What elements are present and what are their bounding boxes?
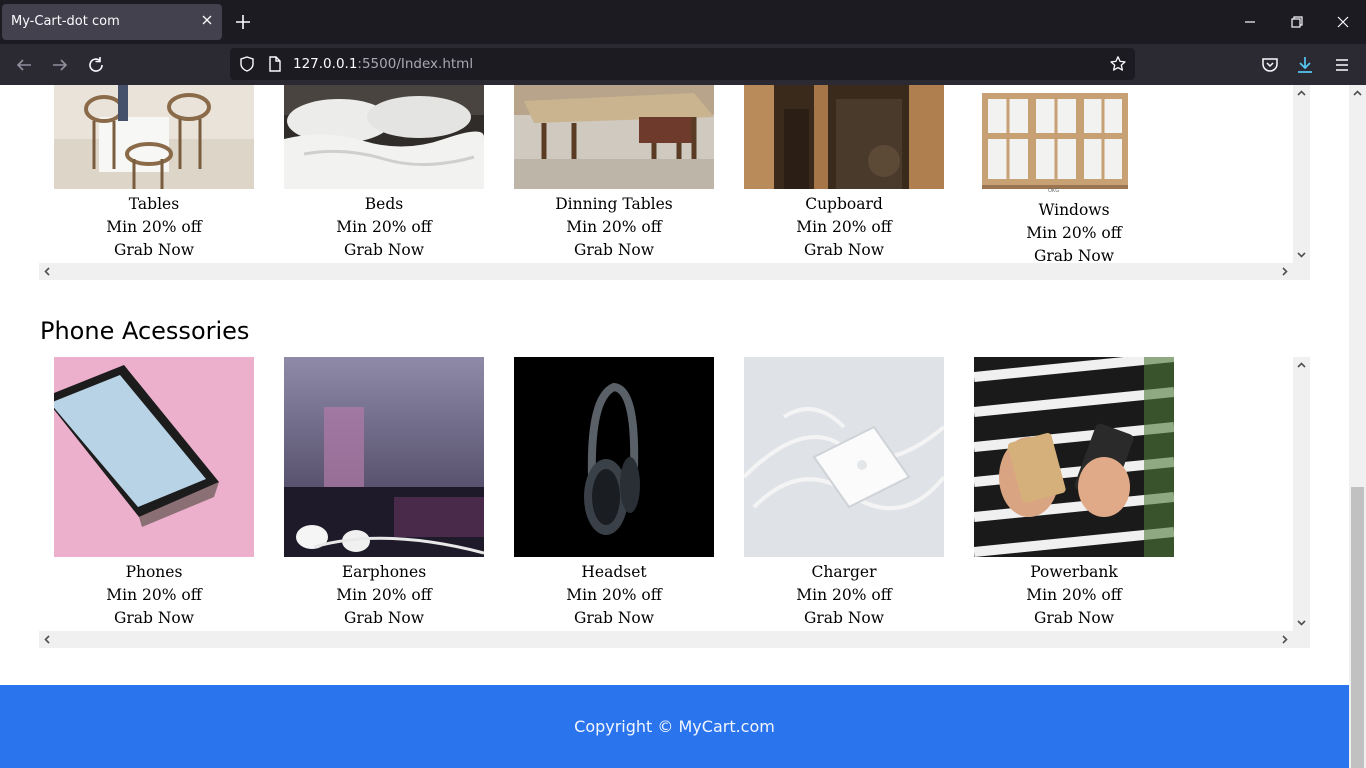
product-card-powerbank[interactable]: Powerbank Min 20% off Grab Now (974, 357, 1174, 630)
product-name: Earphones (341, 563, 427, 581)
discount-text: Min 20% off (796, 586, 892, 604)
discount-text: Min 20% off (106, 218, 202, 236)
furniture-carousel[interactable]: Tables Min 20% off Grab Now Beds Min 20%… (39, 85, 1310, 280)
scroll-up-arrow-icon[interactable] (1349, 85, 1366, 102)
section-title-phone-accessories: Phone Acessories (40, 317, 250, 345)
product-name: Tables (128, 195, 180, 213)
product-image-headset[interactable] (514, 357, 714, 557)
discount-text: Min 20% off (1026, 586, 1122, 604)
product-name: Headset (581, 563, 647, 581)
phone-accessories-horizontal-scrollbar[interactable] (39, 631, 1310, 648)
discount-text: Min 20% off (566, 218, 662, 236)
grab-now-link[interactable]: Grab Now (974, 607, 1174, 630)
product-image-powerbank[interactable] (974, 357, 1174, 557)
grab-now-link[interactable]: Grab Now (744, 607, 944, 630)
product-card-charger[interactable]: Charger Min 20% off Grab Now (744, 357, 944, 630)
active-tab[interactable]: My-Cart-dot com (2, 4, 222, 40)
page-viewport: Tables Min 20% off Grab Now Beds Min 20%… (0, 85, 1349, 768)
scroll-up-arrow-icon[interactable] (1293, 85, 1310, 102)
product-card-tables[interactable]: Tables Min 20% off Grab Now (54, 85, 254, 262)
scroll-down-arrow-icon[interactable] (1293, 246, 1310, 263)
bookmark-star-icon[interactable] (1109, 55, 1127, 73)
product-image-dinning-tables[interactable] (514, 85, 714, 189)
grab-now-link[interactable]: Grab Now (284, 607, 484, 630)
scroll-down-arrow-icon[interactable] (1293, 614, 1310, 631)
product-name: Phones (125, 563, 183, 581)
back-icon[interactable] (12, 53, 36, 77)
grab-now-link[interactable]: Grab Now (54, 607, 254, 630)
grab-now-link[interactable]: Grab Now (514, 239, 714, 262)
product-card-phones[interactable]: Phones Min 20% off Grab Now (54, 357, 254, 630)
product-name: Cupboard (805, 195, 883, 213)
product-image-windows[interactable]: OKG (974, 85, 1174, 195)
product-name: Charger (811, 563, 877, 581)
product-name: Beds (364, 195, 404, 213)
restore-icon[interactable] (1285, 10, 1309, 34)
grab-now-link[interactable]: Grab Now (744, 239, 944, 262)
scroll-left-arrow-icon[interactable] (39, 263, 56, 280)
discount-text: Min 20% off (1026, 224, 1122, 242)
minimize-icon[interactable] (1238, 10, 1262, 34)
product-card-earphones[interactable]: Earphones Min 20% off Grab Now (284, 357, 484, 630)
phone-accessories-carousel[interactable]: Phones Min 20% off Grab Now Earphones Mi… (39, 357, 1310, 648)
grab-now-link[interactable]: Grab Now (514, 607, 714, 630)
scroll-right-arrow-icon[interactable] (1276, 263, 1293, 280)
tab-title: My-Cart-dot com (11, 14, 120, 29)
product-image-cupboard[interactable] (744, 85, 944, 189)
menu-icon[interactable] (1330, 53, 1354, 77)
discount-text: Min 20% off (796, 218, 892, 236)
scroll-up-arrow-icon[interactable] (1293, 357, 1310, 374)
forward-icon[interactable] (48, 53, 72, 77)
product-name: Dinning Tables (555, 195, 673, 213)
product-name: Windows (1038, 201, 1110, 219)
product-image-earphones[interactable] (284, 357, 484, 557)
tab-strip: My-Cart-dot com (0, 0, 1366, 44)
discount-text: Min 20% off (106, 586, 202, 604)
pocket-icon[interactable] (1258, 53, 1282, 77)
product-card-dinning-tables[interactable]: Dinning Tables Min 20% off Grab Now (514, 85, 714, 262)
reload-icon[interactable] (84, 53, 108, 77)
scroll-right-arrow-icon[interactable] (1276, 631, 1293, 648)
product-card-windows[interactable]: OKG Windows Min 20% off Grab Now (974, 85, 1174, 268)
discount-text: Min 20% off (336, 218, 432, 236)
image-caption: OKG (1048, 188, 1060, 194)
close-tab-icon[interactable] (200, 13, 214, 27)
product-card-cupboard[interactable]: Cupboard Min 20% off Grab Now (744, 85, 944, 262)
product-image-tables[interactable] (54, 85, 254, 189)
discount-text: Min 20% off (566, 586, 662, 604)
url-text[interactable]: 127.0.0.1:5500/Index.html (293, 56, 473, 72)
page-scroll-thumb[interactable] (1351, 487, 1364, 768)
grab-now-link[interactable]: Grab Now (284, 239, 484, 262)
product-card-beds[interactable]: Beds Min 20% off Grab Now (284, 85, 484, 262)
copyright-text: Copyright © MyCart.com (574, 717, 775, 736)
discount-text: Min 20% off (336, 586, 432, 604)
shield-icon[interactable] (238, 55, 256, 73)
furniture-horizontal-scrollbar[interactable] (39, 263, 1310, 280)
page-icon[interactable] (267, 55, 283, 73)
furniture-vertical-scrollbar[interactable] (1293, 85, 1310, 263)
product-image-beds[interactable] (284, 85, 484, 189)
scroll-left-arrow-icon[interactable] (39, 631, 56, 648)
page-vertical-scrollbar[interactable] (1349, 85, 1366, 768)
product-image-phones[interactable] (54, 357, 254, 557)
product-card-headset[interactable]: Headset Min 20% off Grab Now (514, 357, 714, 630)
address-bar[interactable]: 127.0.0.1:5500/Index.html (230, 48, 1135, 80)
site-footer: Copyright © MyCart.com (0, 685, 1349, 768)
navigation-toolbar: 127.0.0.1:5500/Index.html (0, 44, 1366, 85)
new-tab-icon[interactable] (232, 11, 254, 33)
product-name: Powerbank (1030, 563, 1118, 581)
grab-now-link[interactable]: Grab Now (54, 239, 254, 262)
close-window-icon[interactable] (1331, 10, 1355, 34)
downloads-icon[interactable] (1293, 53, 1317, 77)
product-image-charger[interactable] (744, 357, 944, 557)
phone-accessories-vertical-scrollbar[interactable] (1293, 357, 1310, 631)
